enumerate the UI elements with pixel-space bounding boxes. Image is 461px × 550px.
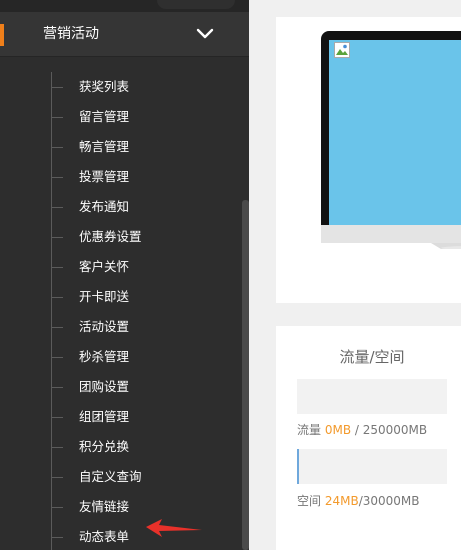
tree-branch	[51, 267, 63, 268]
traffic-usage-text: 流量 0MB / 250000MB	[297, 422, 427, 438]
sidebar-item-flash-sale[interactable]: 秒杀管理	[0, 342, 242, 372]
sidebar-item-label: 发布通知	[79, 199, 130, 214]
tree-branch	[51, 117, 63, 118]
traffic-total-value: 250000MB	[362, 423, 428, 437]
annotation-arrow-icon	[146, 519, 202, 537]
sidebar-item-team-management[interactable]: 组团管理	[0, 402, 242, 432]
sidebar-item-label: 友情链接	[79, 499, 130, 514]
traffic-used-value: 0MB	[324, 423, 352, 437]
sidebar-top-strip	[0, 0, 249, 12]
sidebar-item-customer-care[interactable]: 客户关怀	[0, 252, 242, 282]
sidebar-item-points-exchange[interactable]: 积分兑换	[0, 432, 242, 462]
sidebar-item-card-gift[interactable]: 开卡即送	[0, 282, 242, 312]
sidebar-item-dynamic-form[interactable]: 动态表单	[0, 522, 242, 550]
sidebar-item-label: 秒杀管理	[79, 349, 130, 364]
sidebar-item-group-buy-settings[interactable]: 团购设置	[0, 372, 242, 402]
space-progress-fill	[297, 449, 299, 484]
space-progress-bar	[297, 449, 447, 484]
traffic-label: 流量	[297, 423, 322, 437]
sidebar-item-coupon-settings[interactable]: 优惠券设置	[0, 222, 242, 252]
sidebar-item-label: 获奖列表	[79, 79, 130, 94]
sidebar-item-label: 投票管理	[79, 169, 130, 184]
space-label: 空间	[297, 494, 322, 508]
chevron-down-icon[interactable]	[196, 28, 214, 40]
sidebar-item-custom-query[interactable]: 自定义查询	[0, 462, 242, 492]
sidebar-item-label: 动态表单	[79, 529, 130, 544]
sidebar-item-label: 积分兑换	[79, 439, 130, 454]
sidebar-item-message-management[interactable]: 留言管理	[0, 102, 242, 132]
tree-branch	[51, 417, 63, 418]
sidebar-item-publish-notice[interactable]: 发布通知	[0, 192, 242, 222]
site-preview-card	[276, 17, 461, 303]
menu-group-marketing[interactable]: 营销活动	[0, 12, 249, 57]
sidebar-top-notch	[157, 0, 235, 9]
stats-title: 流量/空间	[339, 348, 405, 366]
sidebar-scrollbar[interactable]	[242, 200, 249, 550]
tree-branch	[51, 537, 63, 538]
sidebar-item-vote-management[interactable]: 投票管理	[0, 162, 242, 192]
traffic-progress-bar	[297, 379, 447, 414]
space-used-value: 24MB	[324, 494, 359, 508]
tree-branch	[51, 147, 63, 148]
sidebar-item-label: 优惠券设置	[79, 229, 142, 244]
tree-branch	[51, 177, 63, 178]
sidebar-item-label: 活动设置	[79, 319, 130, 334]
tree-branch	[51, 297, 63, 298]
sidebar-item-award-list[interactable]: 获奖列表	[0, 72, 242, 102]
space-usage-text: 空间 24MB/30000MB	[297, 493, 420, 509]
usage-stats-card: 流量/空间 流量 0MB / 250000MB 空间 24MB/30000MB	[276, 326, 461, 550]
sidebar-item-label: 客户关怀	[79, 259, 130, 274]
tree-branch	[51, 357, 63, 358]
sidebar-item-friend-links[interactable]: 友情链接	[0, 492, 242, 522]
active-indicator	[0, 24, 4, 46]
sidebar-item-label: 开卡即送	[79, 289, 130, 304]
space-total-value: 30000MB	[362, 494, 420, 508]
sidebar: 营销活动 获奖列表 留言管理 畅言管理 投票管理 发布通知 优惠券设置 客户关怀…	[0, 0, 249, 550]
sidebar-item-label: 团购设置	[79, 379, 130, 394]
sidebar-item-label: 畅言管理	[79, 139, 130, 154]
sidebar-item-label: 留言管理	[79, 109, 130, 124]
tree-branch	[51, 477, 63, 478]
traffic-separator: /	[351, 423, 363, 437]
sidebar-item-label: 自定义查询	[79, 469, 142, 484]
tree-branch	[51, 507, 63, 508]
sidebar-item-label: 组团管理	[79, 409, 130, 424]
broken-image-icon	[334, 42, 350, 58]
sidebar-item-changyan-management[interactable]: 畅言管理	[0, 132, 242, 162]
tree-branch	[51, 207, 63, 208]
menu-group-label: 营销活动	[43, 26, 99, 42]
tree-branch	[51, 237, 63, 238]
tree-branch	[51, 447, 63, 448]
tree-branch	[51, 327, 63, 328]
submenu-list: 获奖列表 留言管理 畅言管理 投票管理 发布通知 优惠券设置 客户关怀 开卡即送…	[0, 72, 242, 550]
tree-branch	[51, 87, 63, 88]
monitor-preview-image	[321, 31, 461, 249]
tree-branch	[51, 387, 63, 388]
sidebar-item-activity-settings[interactable]: 活动设置	[0, 312, 242, 342]
